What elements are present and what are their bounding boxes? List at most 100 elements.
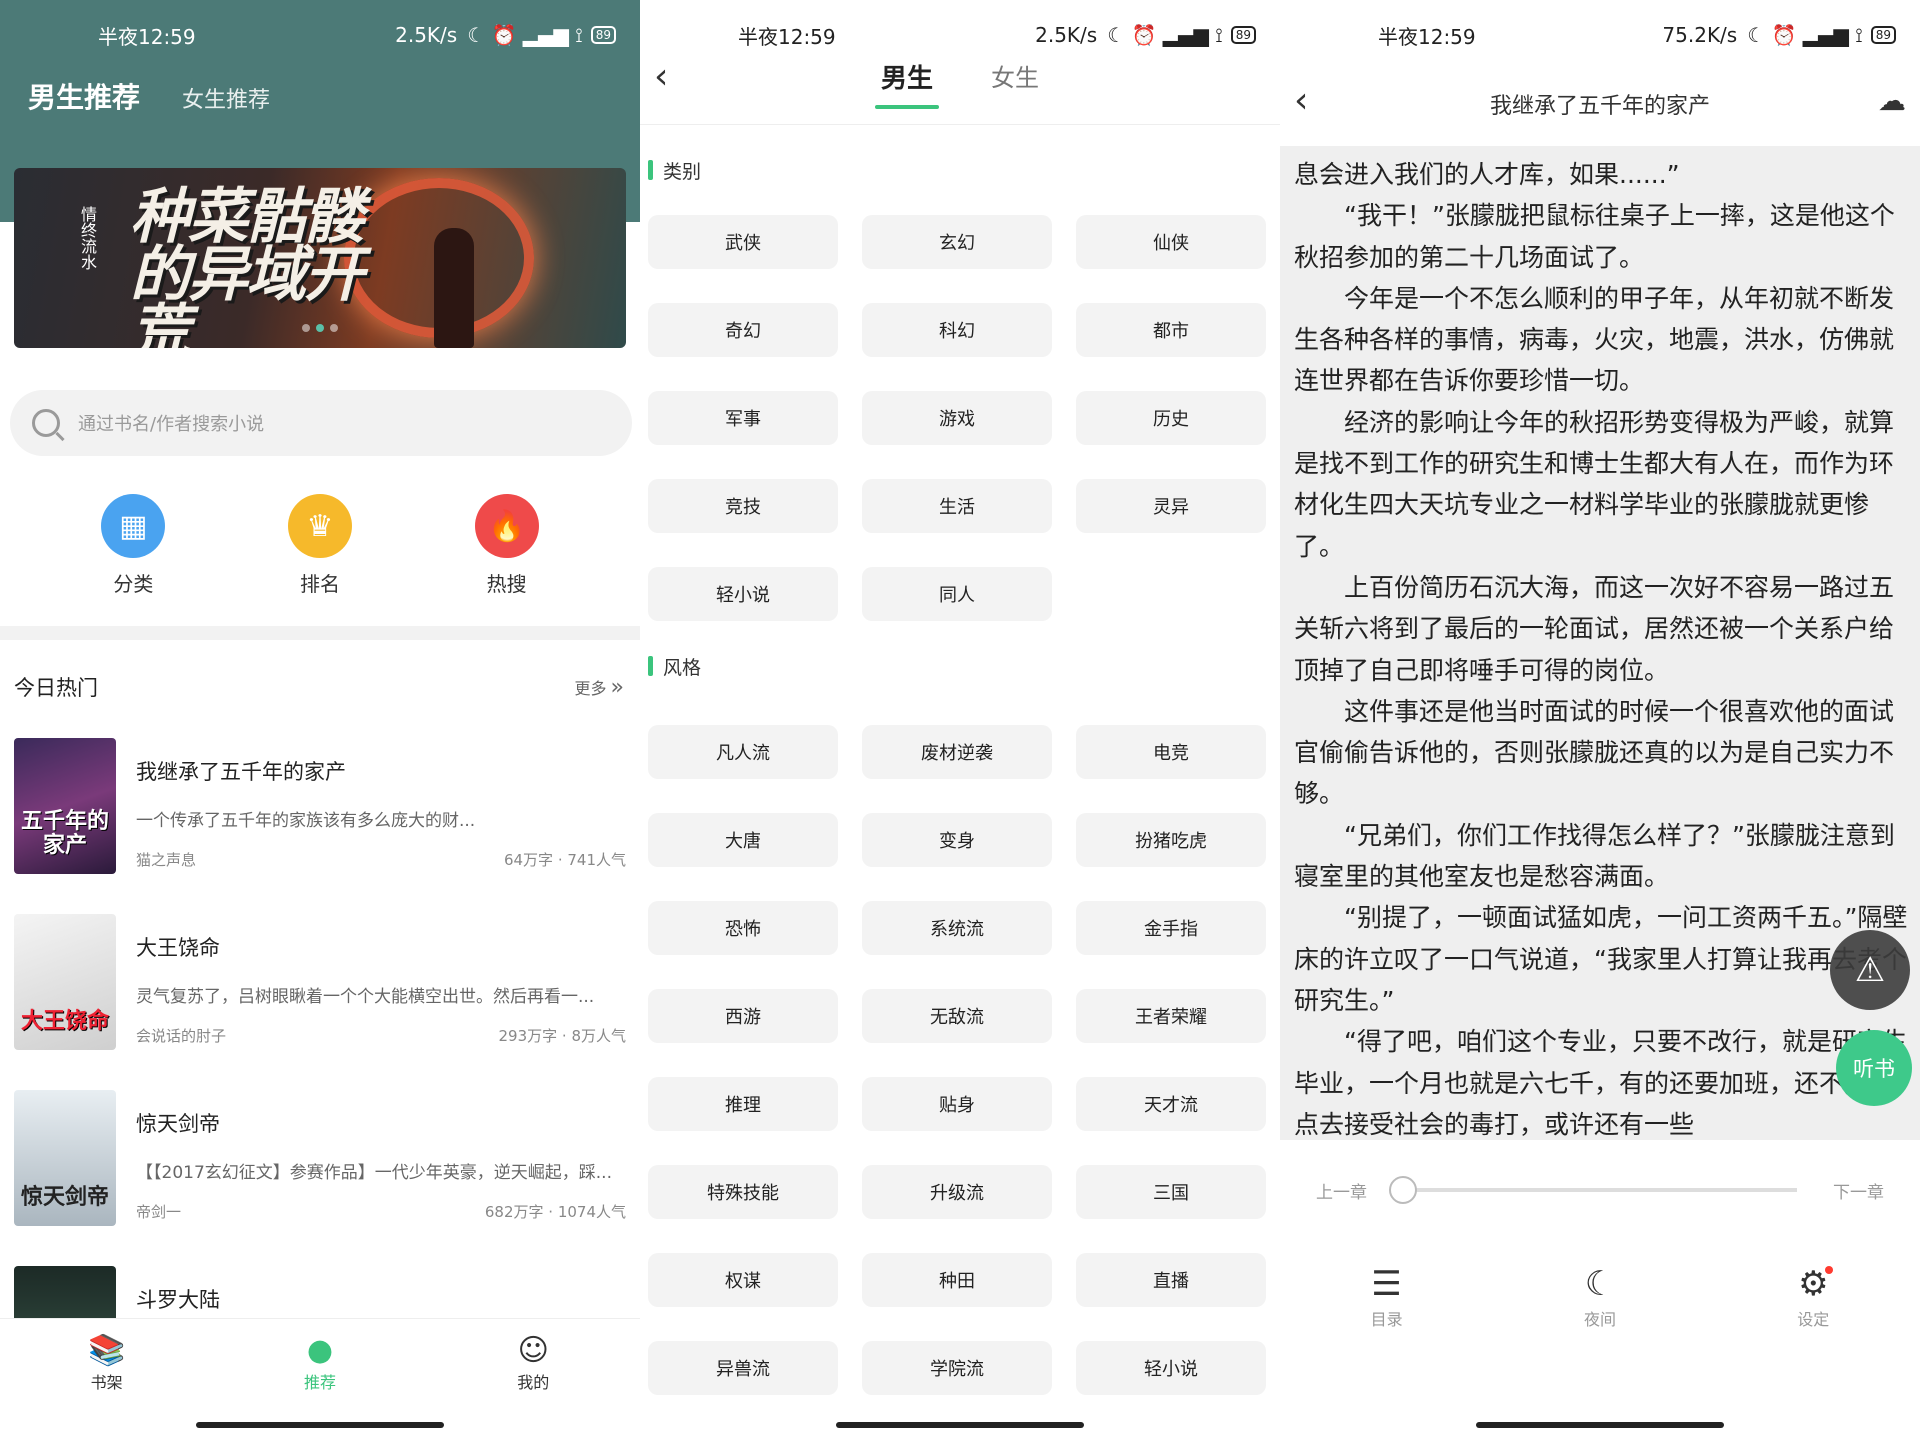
cloud-download-icon[interactable]: ☁ — [1878, 84, 1906, 117]
book-info: 我继承了五千年的家产 一个传承了五千年的家族该有多么庞大的财... 猫之声息 6… — [136, 738, 626, 914]
section-title: 今日热门 — [14, 676, 98, 700]
chip[interactable]: 种田 — [862, 1253, 1052, 1307]
chip[interactable]: 大唐 — [648, 813, 838, 867]
reader-menu: ☰ 目录 ☾ 夜间 ⚙ 设定 — [1280, 1262, 1920, 1330]
chip[interactable]: 特殊技能 — [648, 1165, 838, 1219]
quick-entries: ▦ 分类 ♛ 排名 🔥 热搜 — [0, 494, 640, 597]
chip[interactable]: 王者荣耀 — [1076, 989, 1266, 1043]
status-bar: 半夜12:59 75.2K/s ☾ ⏰ ▂▄▆ ⟟ 89 — [1280, 0, 1920, 70]
home-header: 半夜12:59 2.5K/s ☾ ⏰ ▂▄▆ ⟟ 89 男生推荐 女生推荐 — [0, 0, 640, 130]
book-item[interactable]: 惊天剑帝 惊天剑帝 【【2017玄幻征文】参赛作品】一代少年英豪，逆天崛起，踩.… — [14, 1090, 626, 1266]
accent-bar — [648, 656, 653, 676]
category-screen: 半夜12:59 2.5K/s ☾ ⏰ ▂▄▆ ⟟ 89 ‹ 男生 女生 类别 武… — [640, 0, 1280, 1440]
status-time: 半夜12:59 — [738, 24, 836, 49]
home-screen: 半夜12:59 2.5K/s ☾ ⏰ ▂▄▆ ⟟ 89 男生推荐 女生推荐 情终… — [0, 0, 640, 1440]
chip[interactable]: 电竞 — [1076, 725, 1266, 779]
user-icon: ☺ — [517, 1333, 549, 1368]
chip[interactable]: 奇幻 — [648, 303, 838, 357]
quick-hot-search[interactable]: 🔥 热搜 — [447, 494, 567, 597]
chip[interactable]: 扮猪吃虎 — [1076, 813, 1266, 867]
book-item[interactable]: 五千年的家产 我继承了五千年的家产 一个传承了五千年的家族该有多么庞大的财...… — [14, 738, 626, 914]
next-chapter-button[interactable]: 下一章 — [1833, 1178, 1884, 1203]
chip[interactable]: 灵异 — [1076, 479, 1266, 533]
chip[interactable]: 玄幻 — [862, 215, 1052, 269]
cover-title: 大王饶命 — [20, 1009, 109, 1034]
tab-male[interactable]: 男生 — [874, 58, 940, 109]
chip[interactable]: 系统流 — [862, 901, 1052, 955]
chip[interactable]: 凡人流 — [648, 725, 838, 779]
prev-chapter-button[interactable]: 上一章 — [1316, 1178, 1367, 1203]
search-bar[interactable]: 通过书名/作者搜索小说 — [10, 390, 632, 456]
chip[interactable]: 历史 — [1076, 391, 1266, 445]
chip[interactable]: 三国 — [1076, 1165, 1266, 1219]
chip[interactable]: 竞技 — [648, 479, 838, 533]
home-indicator[interactable] — [836, 1422, 1084, 1428]
tab-female[interactable]: 女生 — [991, 58, 1039, 109]
chip[interactable]: 贴身 — [862, 1077, 1052, 1131]
chip[interactable]: 西游 — [648, 989, 838, 1043]
home-tabs: 男生推荐 女生推荐 — [28, 76, 270, 116]
progress-slider[interactable] — [1389, 1176, 1797, 1204]
signal-icons: ☾ ⏰ ▂▄▆ ⟟ — [1747, 23, 1863, 47]
chip[interactable]: 变身 — [862, 813, 1052, 867]
book-meta: 猫之声息 64万字 · 741人气 — [136, 849, 626, 870]
menu-toc[interactable]: ☰ 目录 — [1337, 1262, 1437, 1330]
warning-icon[interactable]: ⚠ — [1830, 930, 1910, 1010]
home-indicator[interactable] — [1476, 1422, 1724, 1428]
chip[interactable]: 生活 — [862, 479, 1052, 533]
chip[interactable]: 无敌流 — [862, 989, 1052, 1043]
chip[interactable]: 科幻 — [862, 303, 1052, 357]
more-label: 更多 — [574, 678, 607, 698]
chip[interactable]: 轻小说 — [648, 567, 838, 621]
chip[interactable]: 权谋 — [648, 1253, 838, 1307]
notification-dot — [1824, 1266, 1833, 1274]
menu-night[interactable]: ☾ 夜间 — [1550, 1262, 1650, 1330]
flame-icon: 🔥 — [474, 494, 539, 558]
double-chevron-icon: » — [610, 674, 624, 700]
tab-mine[interactable]: ☺ 我的 — [483, 1333, 583, 1408]
chip[interactable]: 游戏 — [862, 391, 1052, 445]
cover-title: 五千年的家产 — [20, 809, 109, 858]
chip[interactable]: 直播 — [1076, 1253, 1266, 1307]
home-indicator[interactable] — [196, 1422, 444, 1428]
chip[interactable]: 同人 — [862, 567, 1052, 621]
quick-category[interactable]: ▦ 分类 — [73, 494, 193, 597]
quick-ranking-label: 排名 — [299, 572, 340, 596]
paragraph: 今年是一个不怎么顺利的甲子年，从年初就不断发生各种各样的事情，病毒，火灾，地震，… — [1294, 283, 1895, 396]
chip[interactable]: 异兽流 — [648, 1341, 838, 1395]
more-link[interactable]: 更多» — [575, 675, 624, 700]
promo-banner[interactable]: 情终流水 种菜骷髅的异域开荒 — [14, 168, 626, 348]
chip[interactable]: 推理 — [648, 1077, 838, 1131]
book-title: 斗罗大陆 — [136, 1288, 220, 1312]
chip[interactable]: 恐怖 — [648, 901, 838, 955]
chip[interactable]: 都市 — [1076, 303, 1266, 357]
chip[interactable]: 仙侠 — [1076, 215, 1266, 269]
chip[interactable]: 学院流 — [862, 1341, 1052, 1395]
menu-settings[interactable]: ⚙ 设定 — [1763, 1262, 1863, 1330]
tab-recommend[interactable]: ● 推荐 — [270, 1333, 370, 1408]
chip-grid: 武侠 玄幻 仙侠 奇幻 科幻 都市 军事 游戏 历史 竞技 生活 灵异 轻小说 … — [648, 215, 1272, 621]
chip[interactable]: 升级流 — [862, 1165, 1052, 1219]
paragraph: “我干！”张朦胧把鼠标往桌子上一摔，这是他这个秋招参加的第二十几场面试了。 — [1294, 201, 1895, 272]
chip[interactable]: 武侠 — [648, 215, 838, 269]
group-title-text: 类别 — [663, 160, 702, 183]
tab-bookshelf[interactable]: 📚 书架 — [57, 1333, 157, 1408]
chip[interactable]: 军事 — [648, 391, 838, 445]
chip[interactable]: 金手指 — [1076, 901, 1266, 955]
tab-male-recommend[interactable]: 男生推荐 — [28, 76, 140, 116]
book-item[interactable]: 大王饶命 大王饶命 灵气复苏了，吕树眼瞅着一个个大能横空出世。然后再看一... … — [14, 914, 626, 1090]
leaf-icon: ● — [306, 1333, 334, 1368]
status-icons: ☾ ⏰ ▂▄▆ ⟟ 89 — [467, 23, 616, 47]
book-title: 惊天剑帝 — [136, 1112, 220, 1136]
bookshelf-icon: 📚 — [87, 1333, 126, 1368]
quick-ranking[interactable]: ♛ 排名 — [260, 494, 380, 597]
status-speed: 2.5K/s — [395, 23, 458, 47]
tab-recommend-label: 推荐 — [303, 1373, 336, 1392]
tab-female-recommend[interactable]: 女生推荐 — [182, 82, 270, 114]
listen-button[interactable]: 听书 — [1836, 1030, 1912, 1106]
chip[interactable]: 轻小说 — [1076, 1341, 1266, 1395]
chip[interactable]: 废材逆袭 — [862, 725, 1052, 779]
chip[interactable]: 天才流 — [1076, 1077, 1266, 1131]
status-time: 半夜12:59 — [98, 24, 196, 49]
slider-thumb[interactable] — [1389, 1176, 1417, 1204]
